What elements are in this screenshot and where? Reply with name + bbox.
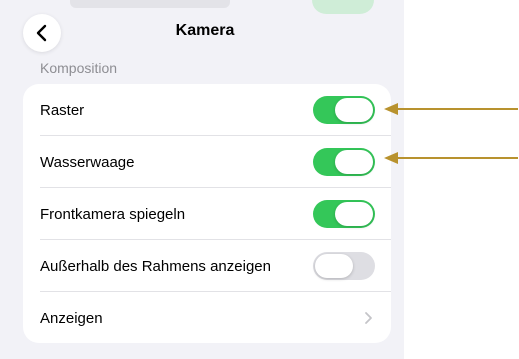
- arrow-left-icon: [384, 152, 518, 164]
- setting-row-frontkamera-spiegeln[interactable]: Frontkamera spiegeln: [23, 188, 391, 240]
- section-header: Komposition: [40, 60, 118, 76]
- setting-label: Raster: [40, 101, 85, 119]
- arrow-left-icon: [384, 103, 518, 115]
- page-title: Kamera: [175, 22, 235, 39]
- setting-label: Anzeigen: [40, 309, 103, 327]
- chevron-right-icon: [365, 312, 372, 324]
- toggle-knob: [335, 150, 373, 174]
- setting-label: Wasserwaage: [40, 153, 135, 171]
- setting-row-wasserwaage[interactable]: Wasserwaage: [23, 136, 391, 188]
- setting-label: Frontkamera spiegeln: [40, 205, 186, 223]
- scrolled-content-remnant: [70, 0, 230, 8]
- toggle-knob: [335, 98, 373, 122]
- scrolled-toggle-remnant: [312, 0, 374, 14]
- setting-row-anzeigen[interactable]: Anzeigen: [23, 292, 391, 343]
- wasserwaage-toggle[interactable]: [313, 148, 375, 176]
- setting-row-ausserhalb-des-rahmens[interactable]: Außerhalb des Rahmens anzeigen: [23, 240, 391, 292]
- raster-toggle[interactable]: [313, 96, 375, 124]
- setting-row-raster[interactable]: Raster: [23, 84, 391, 136]
- back-button[interactable]: [23, 14, 61, 52]
- settings-group: Raster Wasserwaage Frontkamera spiegeln …: [23, 84, 391, 343]
- toggle-knob: [335, 202, 373, 226]
- chevron-left-icon: [36, 24, 47, 42]
- toggle-knob: [315, 254, 353, 278]
- frontkamera-spiegeln-toggle[interactable]: [313, 200, 375, 228]
- setting-label: Außerhalb des Rahmens anzeigen: [40, 257, 271, 275]
- settings-screen: Kamera Komposition Raster Wasserwaage Fr…: [0, 0, 404, 359]
- ausserhalb-des-rahmens-toggle[interactable]: [313, 252, 375, 280]
